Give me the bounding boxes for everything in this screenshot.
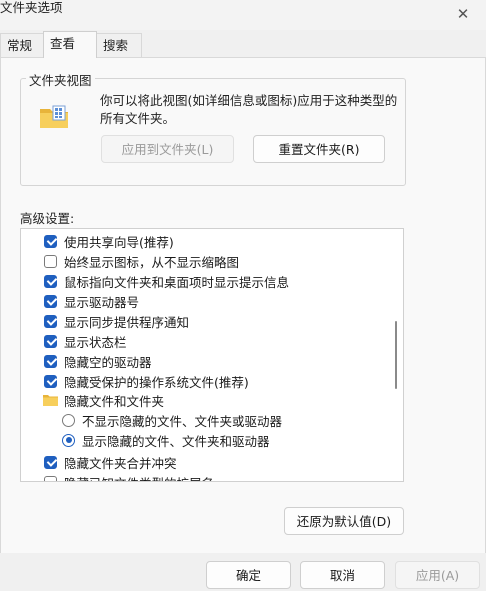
checkbox[interactable] [44, 354, 57, 368]
checkbox[interactable] [44, 254, 57, 268]
list-item-label: 显示状态栏 [64, 334, 127, 350]
list-item[interactable]: 显示隐藏的文件、文件夹和驱动器 [62, 430, 270, 450]
list-item[interactable]: 隐藏已知文件类型的扩展名 [44, 472, 214, 482]
checkbox[interactable] [44, 274, 57, 288]
tab-strip: 常规 查看 搜索 [0, 31, 486, 59]
cancel-button[interactable]: 取消 [300, 561, 385, 589]
list-item-label: 显示驱动器号 [64, 294, 140, 310]
list-item[interactable]: 始终显示图标，从不显示缩略图 [44, 251, 239, 271]
list-item[interactable]: 隐藏文件夹合并冲突 [44, 452, 177, 472]
list-item: 隐藏文件和文件夹 [43, 390, 164, 410]
checkbox[interactable] [44, 334, 57, 348]
advanced-settings-label: 高级设置: [20, 211, 75, 226]
apply-to-folders-button[interactable]: 应用到文件夹(L) [101, 135, 234, 163]
reset-folders-button[interactable]: 重置文件夹(R) [253, 135, 385, 163]
radio-button[interactable] [62, 413, 75, 427]
list-item-label: 不显示隐藏的文件、文件夹或驱动器 [82, 413, 283, 429]
list-item[interactable]: 隐藏空的驱动器 [44, 351, 152, 371]
list-item-label: 始终显示图标，从不显示缩略图 [64, 254, 240, 270]
close-icon: ✕ [456, 5, 470, 23]
tab-search[interactable]: 搜索 [96, 33, 142, 58]
checkbox[interactable] [44, 455, 57, 469]
list-item[interactable]: 使用共享向导(推荐) [44, 231, 174, 251]
restore-defaults-button[interactable]: 还原为默认值(D) [284, 507, 404, 535]
apply-button[interactable]: 应用(A) [395, 561, 480, 589]
list-item-label: 鼠标指向文件夹和桌面项时显示提示信息 [64, 274, 290, 290]
checkbox[interactable] [44, 234, 57, 248]
list-item[interactable]: 鼠标指向文件夹和桌面项时显示提示信息 [44, 271, 289, 291]
list-item-label: 隐藏文件夹合并冲突 [64, 455, 177, 471]
list-item-label: 显示隐藏的文件、文件夹和驱动器 [82, 433, 270, 449]
list-item-label: 使用共享向导(推荐) [64, 234, 174, 250]
advanced-settings-list[interactable]: 使用共享向导(推荐) 始终显示图标，从不显示缩略图 鼠标指向文件夹和桌面项时显示… [20, 228, 404, 482]
tab-general[interactable]: 常规 [0, 33, 44, 58]
folder-icon [43, 395, 58, 406]
radio-button[interactable] [62, 433, 75, 447]
checkbox[interactable] [44, 314, 57, 328]
list-item-label: 隐藏已知文件类型的扩展名 [64, 473, 214, 482]
list-item[interactable]: 显示状态栏 [44, 331, 127, 351]
folder-view-icon [40, 105, 68, 128]
checkbox[interactable] [44, 475, 57, 481]
scroll-thumb[interactable] [395, 321, 397, 389]
title-bar: 文件夹选项 ✕ [0, 0, 486, 30]
list-item[interactable]: 显示同步提供程序通知 [44, 311, 189, 331]
close-button[interactable]: ✕ [440, 0, 486, 28]
list-item[interactable]: 隐藏受保护的操作系统文件(推荐) [44, 371, 249, 391]
list-item-label: 隐藏空的驱动器 [64, 354, 152, 370]
list-item-label: 显示同步提供程序通知 [64, 314, 190, 330]
checkbox[interactable] [44, 294, 57, 308]
folder-views-label: 文件夹视图 [26, 70, 95, 89]
window-title: 文件夹选项 [0, 0, 63, 15]
ok-button[interactable]: 确定 [206, 561, 291, 589]
checkbox[interactable] [44, 374, 57, 388]
folder-views-description: 你可以将此视图(如详细信息或图标)应用于这种类型的所有文件夹。 [100, 93, 398, 126]
list-item[interactable]: 显示驱动器号 [44, 291, 139, 311]
list-item-label: 隐藏文件和文件夹 [64, 393, 165, 409]
list-item[interactable]: 不显示隐藏的文件、文件夹或驱动器 [62, 410, 282, 430]
tab-view[interactable]: 查看 [43, 31, 97, 58]
list-scrollbar[interactable] [389, 229, 403, 481]
list-item-label: 隐藏受保护的操作系统文件(推荐) [64, 374, 249, 390]
